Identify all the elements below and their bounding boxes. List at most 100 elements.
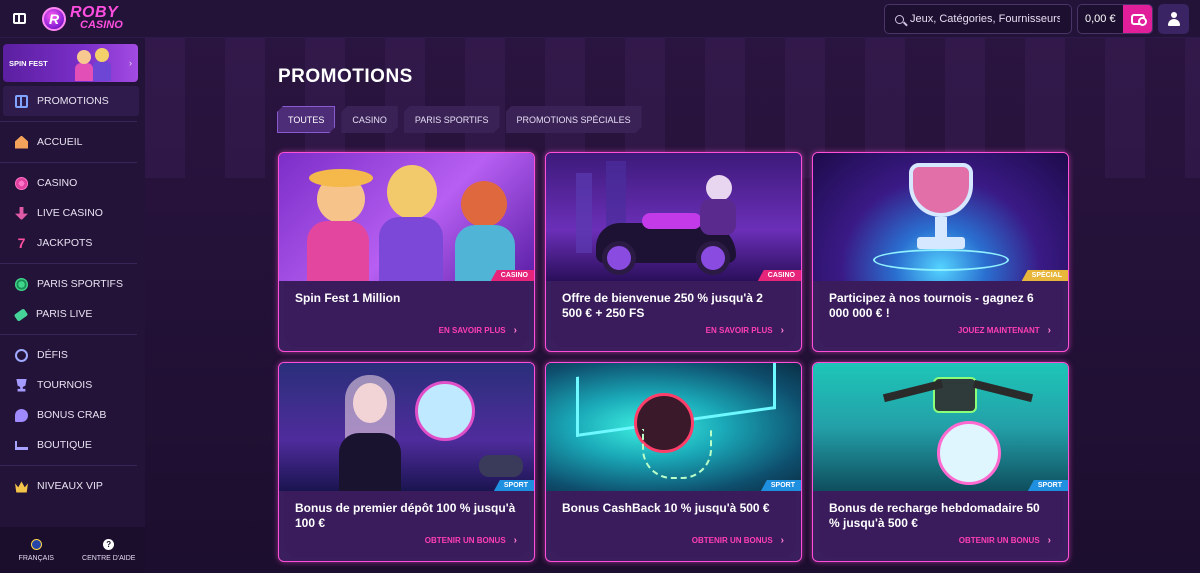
divider (0, 334, 137, 335)
spin-fest-illustration (73, 46, 125, 82)
promo-title: Bonus de premier dépôt 100 % jusqu'à 100… (295, 501, 516, 530)
trophy-icon (16, 378, 27, 392)
sidebar-item-jackpots[interactable]: 7 JACKPOTS (0, 228, 145, 258)
language-label: FRANÇAIS (18, 554, 54, 562)
sidebar-item-label: NIVEAUX VIP (37, 480, 103, 492)
search-box[interactable] (884, 4, 1072, 34)
casino-chip-icon (15, 176, 28, 190)
sidebar-item-bonus-crab[interactable]: BONUS CRAB (0, 400, 145, 430)
category-badge: CASINO (490, 270, 534, 281)
logo[interactable]: R ROBY CASINO (42, 5, 123, 31)
promo-cta-link[interactable]: OBTENIR UN BONUS › (692, 535, 784, 546)
promo-cta-link[interactable]: EN SAVOIR PLUS › (439, 325, 517, 336)
live-casino-icon (15, 206, 28, 220)
divider (0, 121, 137, 122)
promo-title: Participez à nos tournois - gagnez 6 000… (829, 291, 1034, 320)
sidebar: SPIN FEST › PROMOTIONS ACCUEIL CASINO LI… (0, 38, 145, 573)
crab-icon (15, 408, 28, 422)
promo-image-cashback (546, 363, 801, 491)
sidebar-item-paris-live[interactable]: PARIS LIVE (0, 299, 145, 329)
promo-cta-link[interactable]: OBTENIR UN BONUS › (425, 535, 517, 546)
tab-promotions-speciales[interactable]: PROMOTIONS SPÉCIALES (506, 106, 642, 133)
promo-cta-link[interactable]: OBTENIR UN BONUS › (959, 535, 1051, 546)
tab-casino[interactable]: CASINO (341, 106, 398, 133)
home-icon (15, 135, 28, 149)
sidebar-item-paris-sportifs[interactable]: PARIS SPORTIFS (0, 269, 145, 299)
promo-image-spin-fest (279, 153, 534, 281)
chevron-right-icon: › (780, 325, 784, 336)
language-selector[interactable]: FRANÇAIS (0, 527, 73, 573)
sidebar-toggle-icon (12, 13, 26, 24)
chevron-right-icon: › (513, 535, 517, 546)
sidebar-item-accueil[interactable]: ACCUEIL (0, 127, 145, 157)
profile-button[interactable] (1158, 4, 1189, 34)
sidebar-item-label: TOURNOIS (37, 379, 93, 391)
deposit-button[interactable] (1123, 5, 1152, 33)
promotion-tabs: TOUTES CASINO PARIS SPORTIFS PROMOTIONS … (277, 106, 642, 133)
help-center-link[interactable]: ? CENTRE D'AIDE (73, 527, 146, 573)
tab-paris-sportifs[interactable]: PARIS SPORTIFS (404, 106, 500, 133)
tab-toutes[interactable]: TOUTES (277, 106, 335, 133)
sidebar-item-boutique[interactable]: BOUTIQUE (0, 430, 145, 460)
sidebar-item-label: DÉFIS (37, 349, 68, 361)
sidebar-item-label: BONUS CRAB (37, 409, 107, 421)
sidebar-nav: PROMOTIONS ACCUEIL CASINO LIVE CASINO 7 … (0, 86, 145, 501)
sidebar-item-label: CASINO (37, 177, 78, 189)
sidebar-item-label: LIVE CASINO (37, 207, 103, 219)
wallet-icon (1130, 13, 1147, 26)
promo-card-spin-fest[interactable]: CASINO Spin Fest 1 Million EN SAVOIR PLU… (278, 152, 535, 352)
divider (0, 465, 137, 466)
promo-cta-link[interactable]: JOUEZ MAINTENANT › (958, 325, 1051, 336)
sidebar-item-live-casino[interactable]: LIVE CASINO (0, 198, 145, 228)
logo-line2: CASINO (80, 18, 123, 31)
promotions-grid: CASINO Spin Fest 1 Million EN SAVOIR PLU… (278, 152, 1069, 562)
soccer-ball-icon (15, 277, 28, 291)
promo-title: Spin Fest 1 Million (295, 291, 401, 305)
promo-card-first-deposit[interactable]: SPORT Bonus de premier dépôt 100 % jusqu… (278, 362, 535, 562)
spin-fest-banner[interactable]: SPIN FEST › (3, 44, 138, 82)
promo-title: Offre de bienvenue 250 % jusqu'à 2 500 €… (562, 291, 763, 320)
chevron-right-icon: › (1047, 535, 1051, 546)
promo-title: Bonus CashBack 10 % jusqu'à 500 € (562, 501, 770, 515)
divider (0, 162, 137, 163)
chevron-right-icon: › (129, 58, 132, 68)
category-badge: SPORT (493, 480, 534, 491)
promo-title: Bonus de recharge hebdomadaire 50 % jusq… (829, 501, 1040, 530)
logo-r-icon: R (42, 6, 66, 31)
ticket-icon (13, 308, 29, 322)
page-title: PROMOTIONS (278, 66, 413, 87)
top-bar: R ROBY CASINO 0,00 € (0, 0, 1200, 38)
sidebar-item-label: BOUTIQUE (37, 439, 92, 451)
sidebar-item-casino[interactable]: CASINO (0, 168, 145, 198)
search-icon (895, 14, 904, 24)
chevron-right-icon: › (780, 535, 784, 546)
sidebar-item-niveaux-vip[interactable]: NIVEAUX VIP (0, 471, 145, 501)
sidebar-footer: FRANÇAIS ? CENTRE D'AIDE (0, 527, 145, 573)
category-badge: CASINO (757, 270, 801, 281)
sidebar-item-defis[interactable]: DÉFIS (0, 340, 145, 370)
sidebar-item-label: JACKPOTS (37, 237, 93, 249)
sidebar-item-label: PARIS LIVE (36, 308, 93, 320)
chevron-right-icon: › (1047, 325, 1051, 336)
sidebar-toggle-button[interactable] (0, 0, 38, 38)
sidebar-item-tournois[interactable]: TOURNOIS (0, 370, 145, 400)
medal-icon (15, 348, 28, 362)
promo-card-cashback[interactable]: SPORT Bonus CashBack 10 % jusqu'à 500 € … (545, 362, 802, 562)
promo-image-tournaments (813, 153, 1068, 281)
sidebar-item-promotions[interactable]: PROMOTIONS (3, 86, 139, 116)
gift-icon (15, 94, 28, 108)
category-badge: SPÉCIAL (1021, 270, 1068, 281)
promo-image-first-deposit (279, 363, 534, 491)
promo-image-weekly-reload (813, 363, 1068, 491)
user-icon (1167, 12, 1181, 26)
promo-card-weekly-reload[interactable]: SPORT Bonus de recharge hebdomadaire 50 … (812, 362, 1069, 562)
promo-card-welcome-offer[interactable]: CASINO Offre de bienvenue 250 % jusqu'à … (545, 152, 802, 352)
chevron-right-icon: › (513, 325, 517, 336)
promo-card-tournaments[interactable]: SPÉCIAL Participez à nos tournois - gagn… (812, 152, 1069, 352)
search-input[interactable] (910, 13, 1060, 25)
sidebar-item-label: ACCUEIL (37, 136, 83, 148)
wallet: 0,00 € (1077, 4, 1153, 34)
promo-cta-link[interactable]: EN SAVOIR PLUS › (706, 325, 784, 336)
balance-amount: 0,00 € (1085, 13, 1116, 25)
sidebar-item-label: PARIS SPORTIFS (37, 278, 123, 290)
